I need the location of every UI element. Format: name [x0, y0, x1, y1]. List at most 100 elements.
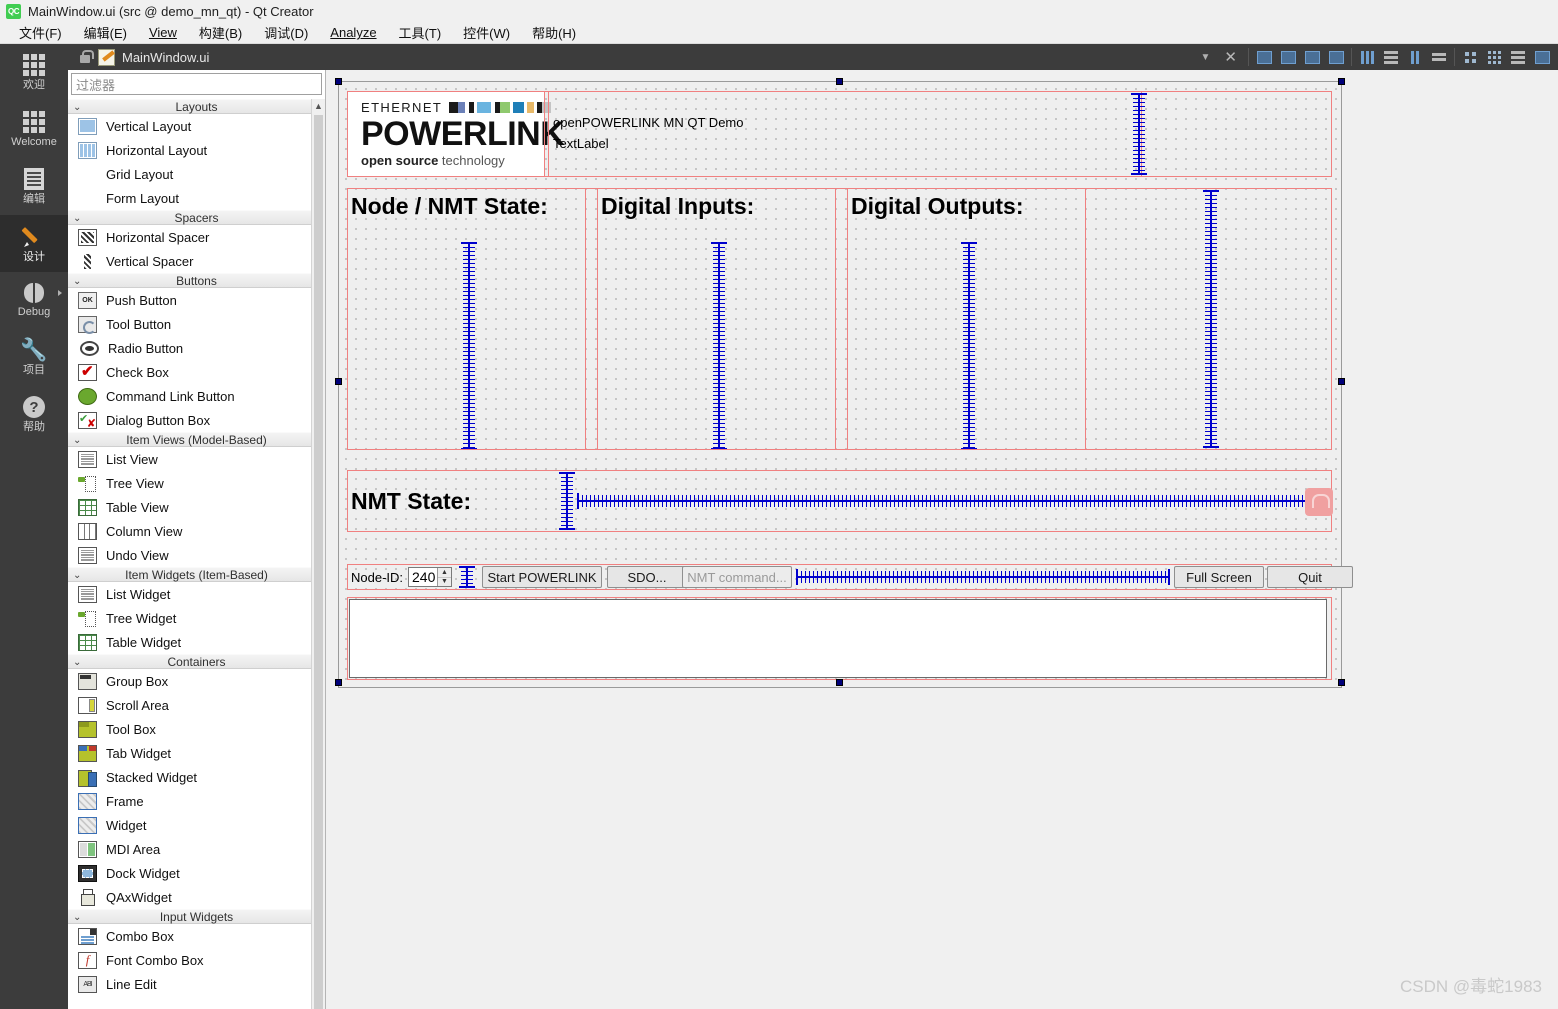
layout-in-form-icon[interactable] — [1459, 47, 1481, 67]
scrollbar-thumb[interactable] — [314, 115, 323, 1009]
widget-item-table-view[interactable]: Table View — [68, 495, 325, 519]
widget-item-table-widget[interactable]: Table Widget — [68, 630, 325, 654]
widget-item-radio-button[interactable]: Radio Button — [68, 336, 325, 360]
edit-widgets-icon[interactable] — [1253, 47, 1275, 67]
chevron-down-icon[interactable]: ⌄ — [73, 435, 81, 446]
layout-in-splitter-horizontal-icon[interactable] — [1404, 47, 1426, 67]
widget-category-containers[interactable]: ⌄ Containers — [68, 654, 325, 669]
quit-button[interactable]: Quit — [1267, 566, 1353, 588]
widget-item-frame[interactable]: Frame — [68, 789, 325, 813]
widget-item-horizontal-spacer[interactable]: Horizontal Spacer — [68, 225, 325, 249]
widget-item-vertical-spacer[interactable]: Vertical Spacer — [68, 249, 325, 273]
form-editor-canvas[interactable]: ETHERNET POWERLINK open source technolog… — [327, 70, 1558, 1009]
widget-item-stacked-widget[interactable]: Stacked Widget — [68, 765, 325, 789]
menu-item-help[interactable]: 帮助(H) — [521, 21, 587, 44]
selection-handle-bottom-left[interactable] — [335, 679, 342, 686]
widget-item-tree-view[interactable]: Tree View — [68, 471, 325, 495]
widget-item-dialog-button-box[interactable]: Dialog Button Box — [68, 408, 325, 432]
widget-category-layouts[interactable]: ⌄ Layouts — [68, 99, 325, 114]
menu-item-debug[interactable]: 调试(D) — [253, 21, 319, 44]
preview-icon[interactable] — [1531, 47, 1553, 67]
widget-item-tab-widget[interactable]: Tab Widget — [68, 741, 325, 765]
spinbox-arrows[interactable]: ▲ ▼ — [437, 568, 451, 586]
menu-item-edit[interactable]: 编辑(E) — [73, 21, 138, 44]
widget-item-form-layout[interactable]: Form Layout — [68, 186, 325, 210]
start-powerlink-button[interactable]: Start POWERLINK — [482, 566, 602, 588]
chevron-up-icon[interactable]: ▲ — [312, 99, 325, 113]
widget-item-command-link-button[interactable]: Command Link Button — [68, 384, 325, 408]
edit-tab-order-icon[interactable] — [1325, 47, 1347, 67]
widget-item-dock-widget[interactable]: Dock Widget — [68, 861, 325, 885]
selection-handle-middle-left[interactable] — [335, 378, 342, 385]
chevron-down-icon[interactable]: ⌄ — [73, 912, 81, 923]
menu-item-widgets[interactable]: 控件(W) — [452, 21, 521, 44]
mode-edit[interactable]: 编辑 — [0, 158, 68, 215]
widget-item-tree-widget[interactable]: Tree Widget — [68, 606, 325, 630]
widget-item-undo-view[interactable]: Undo View — [68, 543, 325, 567]
widget-category-spacers[interactable]: ⌄ Spacers — [68, 210, 325, 225]
node-id-spinbox[interactable]: 240 ▲ ▼ — [408, 567, 452, 587]
mode-help[interactable]: ? 帮助 — [0, 386, 68, 443]
selection-handle-bottom-right[interactable] — [1338, 679, 1345, 686]
menu-item-build[interactable]: 构建(B) — [188, 21, 253, 44]
nmt-state-left-spacer[interactable] — [559, 472, 575, 530]
widget-item-font-combo-box[interactable]: f Font Combo Box — [68, 948, 325, 972]
menu-item-tools[interactable]: 工具(T) — [388, 21, 453, 44]
widget-category-buttons[interactable]: ⌄ Buttons — [68, 273, 325, 288]
widget-item-list-widget[interactable]: List Widget — [68, 582, 325, 606]
controls-horizontal-spacer[interactable] — [796, 569, 1170, 585]
unlocked-padlock-icon[interactable] — [76, 48, 94, 66]
chevron-down-icon[interactable]: ⌄ — [73, 102, 81, 113]
edit-signals-slots-icon[interactable] — [1277, 47, 1299, 67]
widget-item-vertical-layout[interactable]: Vertical Layout — [68, 114, 325, 138]
menu-item-file[interactable]: 文件(F) — [8, 21, 73, 44]
chevron-down-icon[interactable]: ⌄ — [73, 276, 81, 287]
widget-item-widget[interactable]: Widget — [68, 813, 325, 837]
widget-item-grid-layout[interactable]: Grid Layout — [68, 162, 325, 186]
layout-in-grid-icon[interactable] — [1483, 47, 1505, 67]
chevron-down-icon[interactable]: ⌄ — [73, 213, 81, 224]
controls-spacer-1[interactable] — [459, 566, 475, 588]
widget-item-horizontal-layout[interactable]: Horizontal Layout — [68, 138, 325, 162]
selection-handle-top-center[interactable] — [836, 78, 843, 85]
widget-item-combo-box[interactable]: Combo Box — [68, 924, 325, 948]
layout-in-splitter-vertical-icon[interactable] — [1428, 47, 1450, 67]
selection-handle-bottom-center[interactable] — [836, 679, 843, 686]
chevron-down-icon[interactable]: ⌄ — [73, 657, 81, 668]
widget-item-group-box[interactable]: Group Box — [68, 669, 325, 693]
layout-vertically-icon[interactable] — [1380, 47, 1402, 67]
widget-item-tool-box[interactable]: Tool Box — [68, 717, 325, 741]
full-screen-button[interactable]: Full Screen — [1174, 566, 1264, 588]
layout-horizontally-icon[interactable] — [1356, 47, 1378, 67]
break-layout-icon[interactable] — [1507, 47, 1529, 67]
chevron-down-icon[interactable]: ▼ — [1201, 52, 1211, 63]
mode-welcome-cn[interactable]: 欢迎 — [0, 44, 68, 101]
mode-design[interactable]: 设计 — [0, 215, 68, 272]
mode-debug[interactable]: Debug — [0, 272, 68, 329]
edit-buddies-icon[interactable] — [1301, 47, 1323, 67]
widget-item-mdi-area[interactable]: MDI Area — [68, 837, 325, 861]
selection-handle-top-right[interactable] — [1338, 78, 1345, 85]
chevron-down-icon[interactable]: ⌄ — [73, 570, 81, 581]
mode-projects[interactable]: 🔧 项目 — [0, 329, 68, 386]
selection-handle-top-left[interactable] — [335, 78, 342, 85]
widget-category-item-widgets-item-based[interactable]: ⌄ Item Widgets (Item-Based) — [68, 567, 325, 582]
widget-item-list-view[interactable]: List View — [68, 447, 325, 471]
menu-item-view[interactable]: View — [138, 23, 188, 42]
nmt-state-horizontal-spacer[interactable] — [577, 493, 1317, 509]
widget-item-tool-button[interactable]: Tool Button — [68, 312, 325, 336]
widget-item-line-edit[interactable]: ABI Line Edit — [68, 972, 325, 996]
widget-item-check-box[interactable]: Check Box — [68, 360, 325, 384]
selection-handle-middle-right[interactable] — [1338, 378, 1345, 385]
menu-item-analyze[interactable]: Analyze — [319, 23, 387, 42]
nmt-command-button[interactable]: NMT command... — [682, 566, 792, 588]
nmt-state-widget-handle[interactable] — [1305, 488, 1333, 516]
mode-welcome[interactable]: Welcome — [0, 101, 68, 158]
open-file-name[interactable]: MainWindow.ui — [122, 50, 209, 65]
widget-item-column-view[interactable]: Column View — [68, 519, 325, 543]
widget-box-scrollbar[interactable]: ▲ — [311, 99, 325, 1009]
sdo-button[interactable]: SDO... — [607, 566, 687, 588]
widget-category-item-views-model-based[interactable]: ⌄ Item Views (Model-Based) — [68, 432, 325, 447]
widget-filter-input[interactable]: 过滤器 — [71, 73, 322, 95]
main-window-form[interactable]: ETHERNET POWERLINK open source technolog… — [338, 81, 1353, 688]
